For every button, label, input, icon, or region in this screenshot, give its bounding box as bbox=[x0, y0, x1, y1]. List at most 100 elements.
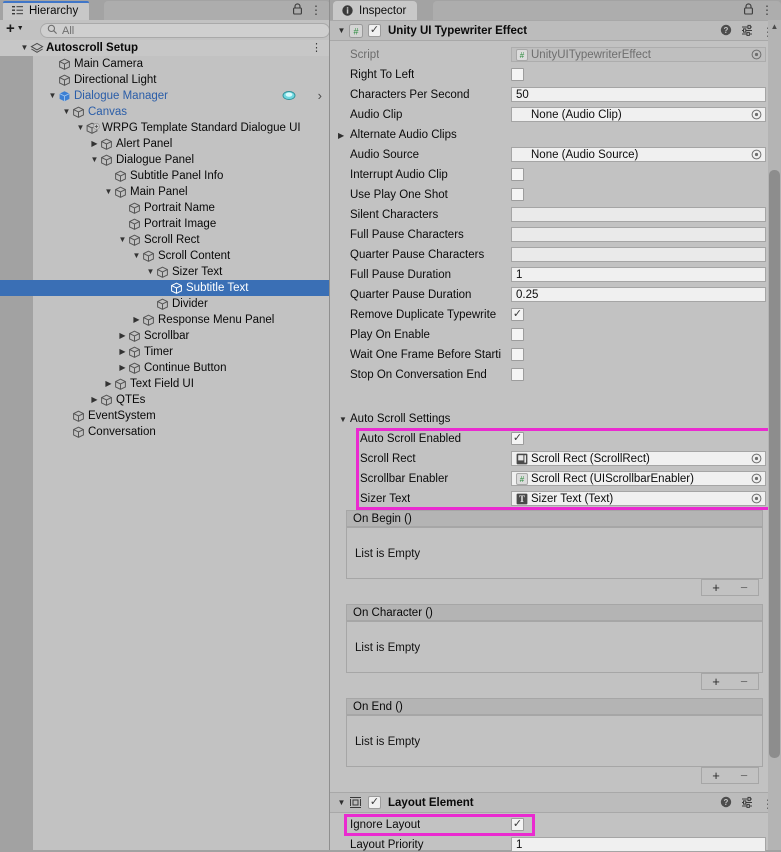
hierarchy-item-response-menu-panel[interactable]: ▶ Response Menu Panel bbox=[0, 312, 330, 328]
component-enabled-checkbox[interactable]: ✓ bbox=[368, 24, 381, 37]
checkbox-right-to-left[interactable] bbox=[511, 68, 524, 81]
hierarchy-item-autoscroll-setup[interactable]: ▼ Autoscroll Setup ⋮ bbox=[0, 40, 330, 56]
input-full-pause-duration[interactable]: 1 bbox=[511, 267, 766, 282]
hierarchy-item-alert-panel[interactable]: ▶ Alert Panel bbox=[0, 136, 330, 152]
tab-hierarchy[interactable]: Hierarchy bbox=[3, 1, 90, 20]
chevron-right-icon[interactable]: ▶ bbox=[131, 312, 142, 328]
object-field-audio-source[interactable]: None (Audio Source) bbox=[511, 147, 766, 162]
event-list-add-remove-buttons[interactable]: + − bbox=[701, 579, 759, 596]
scroll-up-arrow[interactable]: ▲ bbox=[769, 22, 780, 33]
add-event-button[interactable]: + bbox=[712, 768, 720, 783]
help-icon[interactable]: ? bbox=[720, 24, 732, 39]
object-picker-icon[interactable] bbox=[751, 453, 762, 464]
hierarchy-item-subtitle-panel-info[interactable]: Subtitle Panel Info bbox=[0, 168, 330, 184]
chevron-down-icon[interactable]: ▼ bbox=[47, 88, 58, 104]
hierarchy-item-scroll-rect[interactable]: ▼ Scroll Rect bbox=[0, 232, 330, 248]
chevron-down-icon[interactable]: ▼ bbox=[131, 248, 142, 264]
chevron-right-icon[interactable]: ▶ bbox=[89, 136, 100, 152]
kebab-menu-icon[interactable]: ⋮ bbox=[761, 3, 773, 17]
chevron-down-icon[interactable]: ▼ bbox=[145, 264, 156, 280]
event-header[interactable]: On Character () bbox=[346, 604, 763, 621]
hierarchy-item-portrait-image[interactable]: Portrait Image bbox=[0, 216, 330, 232]
chevron-right-icon[interactable]: ▶ bbox=[117, 360, 128, 376]
section-header-auto-scroll-settings[interactable]: Auto Scroll Settings bbox=[350, 413, 450, 425]
chevron-right-icon[interactable]: ▶ bbox=[338, 131, 344, 140]
preset-icon[interactable] bbox=[741, 24, 753, 39]
chevron-down-icon[interactable]: ▼ bbox=[103, 184, 114, 200]
object-field-sizer-text[interactable]: T Sizer Text (Text) bbox=[511, 491, 766, 506]
event-header[interactable]: On Begin () bbox=[346, 510, 763, 527]
object-picker-icon[interactable] bbox=[751, 49, 762, 60]
hierarchy-item-eventsystem[interactable]: EventSystem bbox=[0, 408, 330, 424]
hierarchy-item-qtes[interactable]: ▶ QTEs bbox=[0, 392, 330, 408]
preset-icon[interactable] bbox=[741, 796, 753, 811]
hierarchy-item-divider[interactable]: Divider bbox=[0, 296, 330, 312]
object-picker-icon[interactable] bbox=[751, 493, 762, 504]
chevron-right-icon[interactable]: ▶ bbox=[117, 328, 128, 344]
remove-event-button[interactable]: − bbox=[740, 580, 748, 595]
chevron-down-icon[interactable]: ▼ bbox=[339, 415, 347, 424]
input-characters-per-second[interactable]: 50 bbox=[511, 87, 766, 102]
chevron-down-icon[interactable]: ▼ bbox=[61, 104, 72, 120]
kebab-menu-icon[interactable]: ⋮ bbox=[310, 3, 322, 17]
hierarchy-item-wrpg-template-standard-dialogue-ui[interactable]: ▼ WRPG Template Standard Dialogue UI bbox=[0, 120, 330, 136]
remove-event-button[interactable]: − bbox=[740, 674, 748, 689]
hierarchy-item-dialogue-panel[interactable]: ▼ Dialogue Panel bbox=[0, 152, 330, 168]
checkbox-play-on-enable[interactable] bbox=[511, 328, 524, 341]
hierarchy-item-scroll-content[interactable]: ▼ Scroll Content bbox=[0, 248, 330, 264]
hierarchy-item-main-panel[interactable]: ▼ Main Panel bbox=[0, 184, 330, 200]
chevron-right-icon[interactable]: ▶ bbox=[117, 344, 128, 360]
hierarchy-item-continue-button[interactable]: ▶ Continue Button bbox=[0, 360, 330, 376]
event-list-add-remove-buttons[interactable]: + − bbox=[701, 767, 759, 784]
object-field-scrollbar-enabler[interactable]: # Scroll Rect (UIScrollbarEnabler) bbox=[511, 471, 766, 486]
hierarchy-item-portrait-name[interactable]: Portrait Name bbox=[0, 200, 330, 216]
open-prefab-arrow-icon[interactable]: › bbox=[318, 88, 322, 104]
input-full-pause-characters[interactable] bbox=[511, 227, 766, 242]
hierarchy-item-scrollbar[interactable]: ▶ Scrollbar bbox=[0, 328, 330, 344]
component-header-layout-element[interactable]: ▼ ✓ Layout Element ?⋮ bbox=[330, 792, 781, 813]
lock-icon[interactable] bbox=[292, 3, 303, 17]
chevron-down-icon[interactable]: ▼ bbox=[89, 152, 100, 168]
chevron-right-icon[interactable]: ▶ bbox=[103, 376, 114, 392]
object-picker-icon[interactable] bbox=[751, 473, 762, 484]
chevron-down-icon[interactable]: ▼ bbox=[117, 232, 128, 248]
event-list-add-remove-buttons[interactable]: + − bbox=[701, 673, 759, 690]
add-event-button[interactable]: + bbox=[712, 580, 720, 595]
checkbox-remove-duplicate-typewrite[interactable]: ✓ bbox=[511, 308, 524, 321]
checkbox-interrupt-audio-clip[interactable] bbox=[511, 168, 524, 181]
checkbox-wait-one-frame-before-starti[interactable] bbox=[511, 348, 524, 361]
component-enabled-checkbox[interactable]: ✓ bbox=[368, 796, 381, 809]
hierarchy-tree[interactable]: ▼ Autoscroll Setup ⋮ Main Camera Direction… bbox=[0, 40, 330, 850]
chevron-down-icon[interactable]: ▼ bbox=[335, 798, 348, 807]
checkbox-ignore-layout[interactable]: ✓ bbox=[511, 818, 524, 831]
help-icon[interactable]: ? bbox=[720, 796, 732, 811]
chevron-right-icon[interactable]: ▶ bbox=[89, 392, 100, 408]
object-field-script[interactable]: # UnityUITypewriterEffect bbox=[511, 47, 766, 62]
hierarchy-item-dialogue-manager[interactable]: ▼ Dialogue Manager › bbox=[0, 88, 330, 104]
hierarchy-item-main-camera[interactable]: Main Camera bbox=[0, 56, 330, 72]
kebab-menu-icon[interactable]: ⋮ bbox=[311, 41, 322, 54]
inspector-scrollbar-thumb[interactable] bbox=[769, 170, 780, 758]
chevron-down-icon[interactable]: ▼ bbox=[19, 40, 30, 56]
input-silent-characters[interactable] bbox=[511, 207, 766, 222]
hierarchy-item-subtitle-text[interactable]: Subtitle Text bbox=[0, 280, 330, 296]
lock-icon[interactable] bbox=[743, 3, 754, 17]
create-button[interactable]: + ▼ bbox=[6, 21, 24, 36]
input-quarter-pause-duration[interactable]: 0.25 bbox=[511, 287, 766, 302]
object-picker-icon[interactable] bbox=[751, 109, 762, 120]
add-event-button[interactable]: + bbox=[712, 674, 720, 689]
hierarchy-item-sizer-text[interactable]: ▼ Sizer Text bbox=[0, 264, 330, 280]
chevron-down-icon[interactable]: ▼ bbox=[335, 26, 348, 35]
inspector-scrollbar-track[interactable]: ▲ bbox=[768, 20, 781, 850]
tab-inspector[interactable]: Inspector bbox=[333, 1, 418, 20]
input-quarter-pause-characters[interactable] bbox=[511, 247, 766, 262]
event-header[interactable]: On End () bbox=[346, 698, 763, 715]
remove-event-button[interactable]: − bbox=[740, 768, 748, 783]
search-input[interactable]: All bbox=[40, 23, 330, 38]
object-field-scroll-rect[interactable]: Scroll Rect (ScrollRect) bbox=[511, 451, 766, 466]
hierarchy-item-directional-light[interactable]: Directional Light bbox=[0, 72, 330, 88]
component-header-typewriter[interactable]: ▼ # ✓ Unity UI Typewriter Effect ? bbox=[330, 20, 781, 41]
hierarchy-item-conversation[interactable]: Conversation bbox=[0, 424, 330, 440]
checkbox-use-play-one-shot[interactable] bbox=[511, 188, 524, 201]
checkbox-auto-scroll-enabled[interactable]: ✓ bbox=[511, 432, 524, 445]
